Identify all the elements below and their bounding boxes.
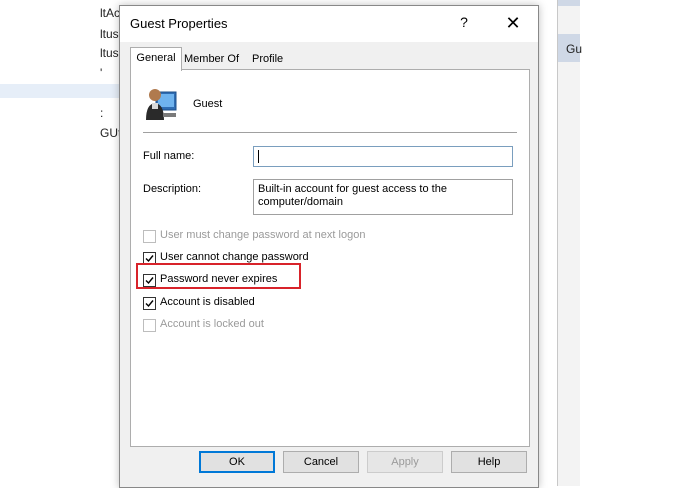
background-list-text: ltAc — [100, 6, 121, 20]
description-label: Description: — [143, 183, 202, 195]
tab-member-of[interactable]: Member Of — [184, 49, 246, 69]
checkbox-box[interactable] — [143, 274, 156, 287]
checkbox-label: Account is locked out — [160, 318, 264, 330]
user-account-icon — [146, 89, 177, 120]
checkbox-label: Account is disabled — [160, 296, 255, 308]
full-name-input[interactable] — [253, 146, 513, 167]
background-list-text: ltus — [100, 27, 119, 41]
background-selected-row — [0, 84, 122, 98]
checkbox-box[interactable] — [143, 319, 156, 332]
background-list-text: : — [100, 106, 104, 120]
help-button[interactable]: Help — [451, 451, 527, 473]
checkbox-label: User must change password at next logon — [160, 229, 366, 241]
close-icon[interactable]: ✕ — [502, 12, 524, 34]
tab-general[interactable]: General — [130, 47, 182, 71]
guest-properties-dialog: Guest Properties ? ✕ General Member Of P… — [119, 5, 539, 488]
user-name: Guest — [193, 98, 223, 110]
tab-profile[interactable]: Profile — [252, 49, 288, 69]
checkbox-box[interactable] — [143, 297, 156, 310]
header-separator — [143, 132, 517, 133]
background-list-text: ltus — [100, 46, 119, 60]
background-right-label: Gu — [566, 42, 583, 56]
description-input[interactable]: Built-in account for guest access to the… — [253, 179, 513, 215]
text-cursor — [258, 150, 259, 163]
help-icon[interactable]: ? — [456, 14, 472, 32]
ok-button[interactable]: OK — [199, 451, 275, 473]
background-right-pane — [558, 0, 580, 486]
general-tab-panel: Guest Full name: Description: Built-in a… — [130, 69, 530, 447]
dialog-title: Guest Properties — [130, 16, 228, 31]
background-list-text: ' — [100, 66, 103, 80]
title-bar: Guest Properties ? ✕ — [120, 6, 538, 42]
checkbox-label: User cannot change password — [160, 251, 309, 263]
cancel-button[interactable]: Cancel — [283, 451, 359, 473]
checkmark-icon — [145, 277, 154, 285]
background-list-pane — [0, 0, 122, 486]
checkbox-label: Password never expires — [160, 273, 278, 285]
checkbox-box[interactable] — [143, 230, 156, 243]
apply-button[interactable]: Apply — [367, 451, 443, 473]
full-name-label: Full name: — [143, 150, 195, 162]
checkmark-icon — [145, 300, 154, 308]
background-right-header — [558, 0, 580, 6]
